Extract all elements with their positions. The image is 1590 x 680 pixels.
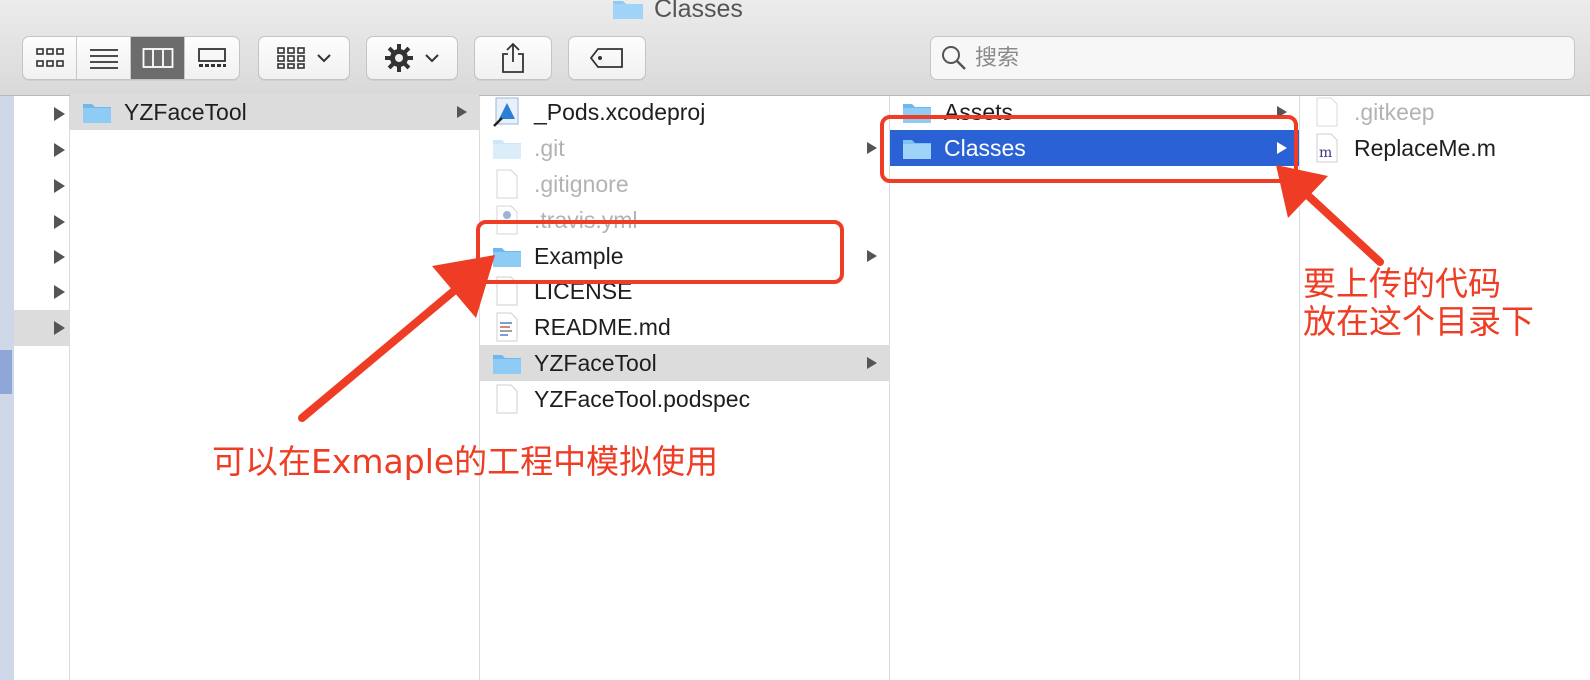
share-button[interactable] [474,36,552,80]
list-item[interactable]: .git [480,130,889,166]
markdown-file-icon [492,312,522,342]
disclosure-arrow-icon[interactable] [50,310,68,346]
sidebar-edge [0,96,14,680]
yml-file-icon [492,205,522,235]
list-item[interactable]: YZFaceTool [70,94,479,130]
list-item[interactable]: .gitignore [480,166,889,202]
disclosure-arrow-icon [865,356,879,370]
sidebar-selection-marker [0,350,12,394]
list-item[interactable]: Example [480,238,889,274]
disclosure-arrow-icon [865,141,879,155]
annotation-text-classes: 要上传的代码 放在这个目录下 [1303,265,1534,341]
disclosure-arrow-icon[interactable] [50,274,68,310]
folder-icon [902,134,932,162]
group-by-icon [277,47,305,69]
disclosure-arrow-icon[interactable] [50,132,68,168]
list-item[interactable]: YZFaceTool.podspec [480,381,889,417]
item-name: Example [534,242,624,269]
objc-source-file-icon: m [1312,133,1342,163]
list-item[interactable]: .travis.yml [480,202,889,238]
chevron-down-icon [317,54,331,63]
annotation-text-example: 可以在Exmaple的工程中模拟使用 [212,442,719,481]
action-menu-button[interactable] [366,36,458,80]
classes-column: .gitkeep m ReplaceMe.m [1300,96,1590,680]
xcodeproj-icon [492,97,522,127]
item-name: .git [534,134,565,161]
annotation-line: 放在这个目录下 [1303,302,1534,341]
share-icon [502,42,524,73]
item-name: YZFaceTool.podspec [534,385,751,412]
list-item[interactable]: YZFaceTool [480,345,889,381]
disclosure-arrow-icon[interactable] [50,96,68,132]
disclosure-arrow-icon [455,105,469,119]
search-field[interactable] [930,36,1575,80]
disclosure-arrow-icon[interactable] [50,204,68,240]
tag-button[interactable] [568,36,646,80]
list-item[interactable]: README.md [480,309,889,345]
list-item-selected[interactable]: Classes [890,130,1299,166]
item-name: LICENSE [534,277,633,304]
disclosure-arrow-icon [1275,105,1289,119]
project-column: _Pods.xcodeproj .git .gitignore .travis.… [480,96,890,680]
file-icon [1312,97,1342,127]
folder-icon [492,349,522,377]
item-name: ReplaceMe.m [1354,134,1496,161]
disclosure-arrow-icon [1275,141,1289,155]
list-item[interactable]: _Pods.xcodeproj [480,94,889,130]
list-item[interactable]: LICENSE [480,273,889,309]
item-name: Assets [944,98,1014,125]
file-icon [492,384,522,414]
search-input[interactable] [975,45,1574,71]
gallery-view-icon [198,48,226,67]
disclosure-arrow-icon[interactable] [50,168,68,204]
folder-icon [492,242,522,270]
folder-icon [492,134,522,162]
item-name: Classes [944,134,1026,161]
disclosure-arrow-icon [865,249,879,263]
icon-view-button[interactable] [23,37,77,79]
window-title: Classes [612,0,743,24]
tag-icon [589,48,623,68]
folder-icon [613,1,643,19]
list-item[interactable]: m ReplaceMe.m [1300,130,1590,166]
item-name: YZFaceTool [124,98,247,125]
finder-toolbar: Classes [0,0,1590,96]
gallery-view-button[interactable] [185,37,239,79]
item-name: README.md [534,313,671,340]
group-by-menu-button[interactable] [258,36,350,80]
item-name: _Pods.xcodeproj [534,98,706,125]
disclosure-arrow-icon[interactable] [50,239,68,275]
window-title-text: Classes [654,0,743,23]
chevron-down-icon [425,54,439,63]
search-icon [942,46,966,70]
list-item[interactable]: Assets [890,94,1299,130]
root-column: YZFaceTool [70,94,480,680]
file-icon [492,276,522,306]
list-view-icon [89,49,118,69]
file-icon [492,169,522,199]
item-name: .gitkeep [1354,98,1435,125]
list-item[interactable]: .gitkeep [1300,94,1590,130]
icon-view-icon [35,48,64,67]
folder-icon [902,98,932,126]
item-name: .gitignore [534,170,629,197]
item-name: .travis.yml [534,206,638,233]
gear-icon [385,44,413,72]
column-view-icon [142,48,173,68]
folder-icon [82,98,112,126]
svg-text:m: m [1319,145,1332,161]
annotation-line: 要上传的代码 [1303,264,1501,303]
view-mode-control [22,36,240,80]
column-browser: YZFaceTool _Pods.xcodeproj .git .gitigno… [0,94,1590,680]
parent-column [14,96,70,680]
list-view-button[interactable] [77,37,131,79]
item-name: YZFaceTool [534,349,657,376]
pod-column: Assets Classes [890,96,1300,680]
column-view-button[interactable] [131,37,185,79]
